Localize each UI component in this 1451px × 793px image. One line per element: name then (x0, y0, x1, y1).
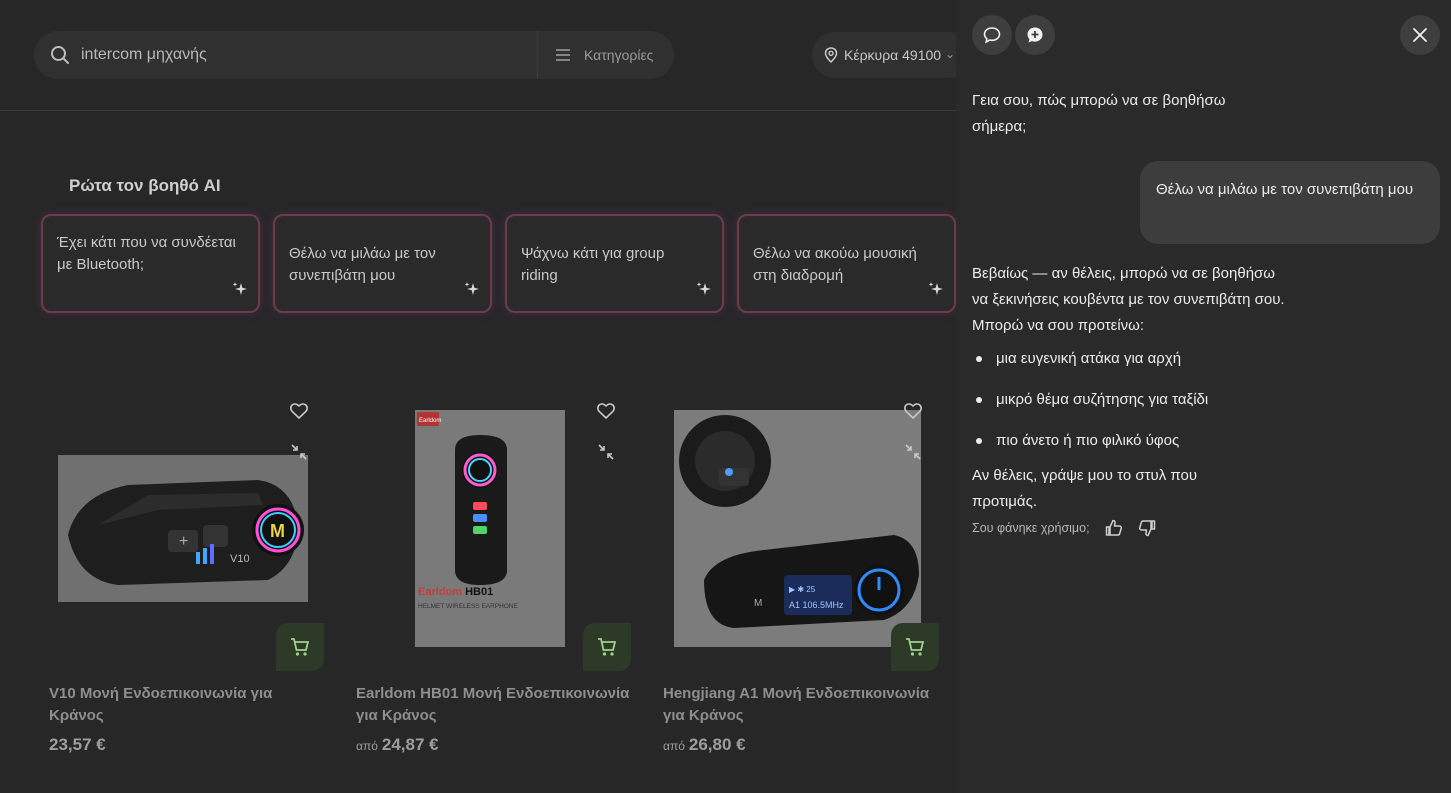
product-price: από 24,87 € (356, 735, 439, 755)
add-to-cart-button[interactable] (276, 623, 324, 671)
a1-frequency: A1 106.5MHz (789, 600, 844, 610)
new-chat-button[interactable] (1015, 15, 1055, 55)
compress-icon[interactable] (903, 442, 923, 462)
suggestion-text: Θέλω να μιλάω με τον συνεπιβάτη μου (289, 245, 436, 284)
intercom-device-image: M + V10 (58, 455, 308, 602)
earldom-subtitle: HELMET WIRELESS EARPHONE (418, 603, 519, 610)
sparkle-icon (464, 282, 479, 295)
product-name[interactable]: Hengjiang A1 Μονή Ενδοεπικοινωνία για Κρ… (663, 683, 943, 727)
svg-text:M: M (754, 598, 762, 609)
cart-icon (906, 638, 925, 656)
product-price: 23,57 € (49, 735, 106, 755)
chat-bubbles-icon (983, 27, 1001, 44)
intercom-device-image: ▶ ✱ 25 A1 106.5MHz M (674, 410, 921, 647)
heart-icon[interactable] (289, 401, 309, 421)
feedback-question: Σου φάνηκε χρήσιμο; (972, 521, 1090, 535)
product-card[interactable]: ▶ ✱ 25 A1 106.5MHz M Hengjiang A1 Μονή Ε… (663, 395, 953, 765)
list-item: μια ευγενική ατάκα για αρχή (972, 346, 1412, 372)
assistant-reply-end: Αν θέλεις, γράψε μου το στυλ που προτιμά… (972, 467, 1198, 510)
suggestion-text: Θέλω να ακούω μουσική στη διαδρομή (753, 245, 917, 284)
earldom-model: HB01 (465, 586, 493, 598)
product-image[interactable]: ▶ ✱ 25 A1 106.5MHz M (674, 410, 921, 647)
product-image[interactable]: Earldom Earldom HB01 HELMET WIRELESS EAR… (415, 410, 565, 647)
assistant-reply-intro: Βεβαίως — αν θέλεις, μπορώ να σε βοηθήσω… (972, 265, 1285, 334)
chat-history-button[interactable] (972, 15, 1012, 55)
suggestion-card-4[interactable]: Θέλω να ακούω μουσική στη διαδρομή (737, 214, 956, 313)
search-input[interactable]: intercom μηχανής (81, 46, 207, 64)
search-bar[interactable]: intercom μηχανής Κατηγορίες (34, 31, 674, 79)
product-card[interactable]: M + V10 V10 Μονή Ενδοεπικοινωνία για Κρά… (49, 395, 339, 765)
price-value: 26,80 € (688, 735, 746, 754)
svg-text:Earldom HB01: Earldom HB01 (418, 586, 493, 598)
compress-icon[interactable] (289, 442, 309, 462)
suggestion-card-3[interactable]: Ψάχνω κάτι για group riding (505, 214, 724, 313)
suggestion-text: Έχει κάτι που να συνδέεται με Bluetooth; (57, 234, 236, 273)
close-icon (1413, 28, 1427, 42)
svg-text:▶ ✱ 25: ▶ ✱ 25 (789, 585, 816, 594)
earldom-brand: Earldom (418, 586, 462, 598)
price-value: 24,87 € (381, 735, 439, 754)
list-item: μικρό θέμα συζήτησης για ταξίδι (972, 387, 1412, 413)
sparkle-icon (928, 282, 943, 295)
close-panel-button[interactable] (1400, 15, 1440, 55)
product-name[interactable]: Earldom HB01 Μονή Ενδοεπικοινωνία για Κρ… (356, 683, 636, 727)
add-to-cart-button[interactable] (891, 623, 939, 671)
svg-text:M: M (270, 521, 285, 541)
thumbs-up-icon[interactable] (1104, 518, 1124, 538)
assistant-reply-list: μια ευγενική ατάκα για αρχή μικρό θέμα σ… (972, 346, 1412, 469)
user-message-bubble: Θέλω να μιλάω με τον συνεπιβάτη μου (1140, 161, 1440, 244)
cart-icon (598, 638, 617, 656)
categories-button[interactable]: Κατηγορίες (584, 47, 653, 63)
product-price: από 26,80 € (663, 735, 746, 755)
menu-icon (556, 49, 570, 61)
sparkle-icon (232, 282, 247, 295)
search-divider (537, 31, 538, 79)
suggestion-card-2[interactable]: Θέλω να μιλάω με τον συνεπιβάτη μου (273, 214, 492, 313)
price-value: 23,57 € (49, 735, 106, 754)
list-item: πιο άνετο ή πιο φιλικό ύφος (972, 428, 1412, 454)
sparkle-icon (696, 282, 711, 295)
thumbs-down-icon[interactable] (1137, 518, 1157, 538)
location-pin-icon (824, 47, 838, 63)
location-text: Κέρκυρα 49100 (844, 47, 942, 63)
svg-text:+: + (179, 533, 188, 550)
search-icon (51, 46, 69, 64)
add-to-cart-button[interactable] (583, 623, 631, 671)
assistant-greeting: Γεια σου, πώς μπορώ να σε βοηθήσω σήμερα… (972, 92, 1226, 135)
cart-icon (291, 638, 310, 656)
location-selector[interactable]: Κέρκυρα 49100 ⌄ (812, 32, 956, 78)
ai-chat-panel: Γεια σου, πώς μπορώ να σε βοηθήσω σήμερα… (956, 0, 1451, 793)
product-listing-page: intercom μηχανής Κατηγορίες Κέρκυρα 4910… (0, 0, 956, 793)
product-image[interactable]: M + V10 (58, 455, 308, 602)
heart-icon[interactable] (903, 401, 923, 421)
site-header: intercom μηχανής Κατηγορίες Κέρκυρα 4910… (0, 0, 956, 111)
earldom-logo: Earldom (419, 418, 441, 424)
ai-assistant-title: Ρώτα τον βοηθό AI (69, 176, 221, 195)
user-message-text: Θέλω να μιλάω με τον συνεπιβάτη μου (1156, 181, 1414, 198)
suggestion-card-1[interactable]: Έχει κάτι που να συνδέεται με Bluetooth; (41, 214, 260, 313)
heart-icon[interactable] (596, 401, 616, 421)
intercom-device-image: Earldom Earldom HB01 HELMET WIRELESS EAR… (415, 410, 565, 647)
product-card[interactable]: Earldom Earldom HB01 HELMET WIRELESS EAR… (356, 395, 646, 765)
new-chat-icon (1027, 27, 1043, 43)
price-prefix: από (356, 739, 378, 753)
v10-label: V10 (230, 553, 250, 565)
price-prefix: από (663, 739, 685, 753)
chevron-down-icon: ⌄ (945, 47, 956, 61)
compress-icon[interactable] (596, 442, 616, 462)
product-name[interactable]: V10 Μονή Ενδοεπικοινωνία για Κράνος (49, 683, 329, 727)
suggestion-text: Ψάχνω κάτι για group riding (521, 245, 665, 284)
